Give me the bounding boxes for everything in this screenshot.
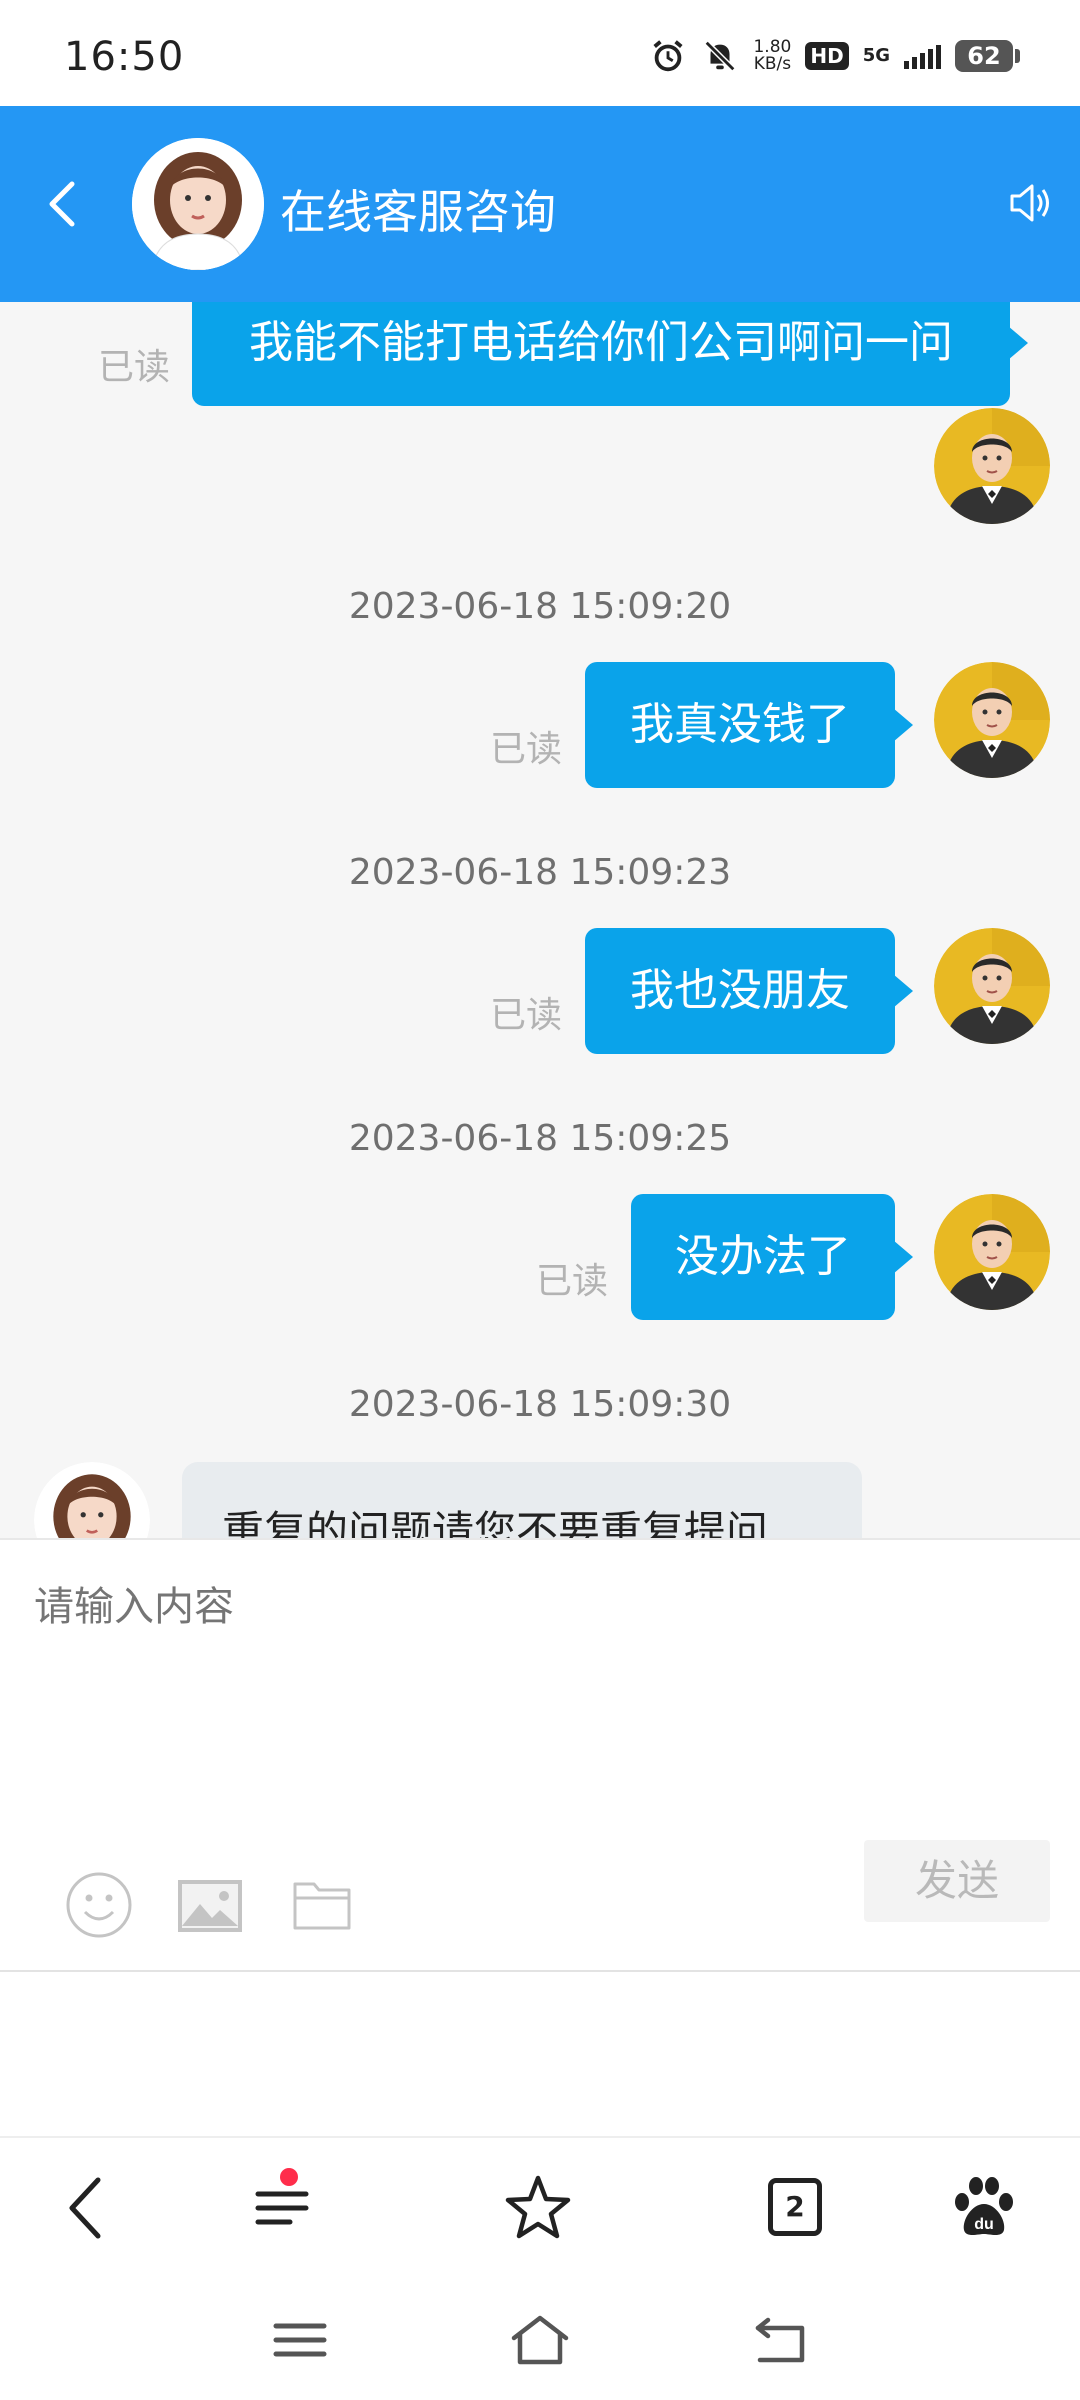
- chat-header: 在线客服咨询: [0, 106, 1080, 302]
- back-arrow-icon[interactable]: [40, 176, 88, 232]
- user-avatar[interactable]: [934, 1194, 1050, 1310]
- user-avatar[interactable]: [934, 662, 1050, 778]
- notification-dot: [280, 2168, 298, 2186]
- network-type: 5G: [862, 45, 890, 66]
- battery-icon: 62: [955, 40, 1020, 72]
- signal-icon: [904, 43, 941, 69]
- mute-bell-icon: [705, 40, 736, 72]
- alarm-icon: [653, 40, 684, 72]
- read-status: 已读: [490, 995, 563, 1036]
- agent-avatar[interactable]: [132, 138, 264, 270]
- network-speed: 1.80 KB/s: [753, 39, 791, 73]
- message-timestamp: 2023-06-18 15:09:30: [348, 1384, 732, 1425]
- outgoing-message[interactable]: 我真没钱了: [585, 662, 913, 788]
- network-speed-unit: KB/s: [753, 54, 792, 74]
- star-icon[interactable]: [502, 2172, 574, 2244]
- outgoing-message[interactable]: 没办法了: [631, 1194, 913, 1320]
- outgoing-message[interactable]: 我也没朋友: [585, 928, 913, 1054]
- battery-level: 62: [955, 40, 1013, 72]
- chat-area[interactable]: 已读 我能不能打电话给你们公司啊问一问 2023-06-18 15:09:20 …: [0, 302, 1080, 1538]
- browser-toolbar: 2 du: [0, 2136, 1080, 2274]
- tabs-button[interactable]: 2: [768, 2178, 822, 2236]
- emoji-icon[interactable]: [64, 1870, 134, 1940]
- message-timestamp: 2023-06-18 15:09:23: [348, 852, 732, 893]
- send-button[interactable]: 发送: [864, 1840, 1050, 1922]
- status-time: 16:50: [64, 34, 185, 80]
- message-input[interactable]: 请输入内容: [34, 1574, 234, 1632]
- user-portrait-icon: [934, 928, 1050, 1044]
- speaker-icon[interactable]: [1006, 178, 1056, 228]
- user-portrait-icon: [934, 1194, 1050, 1310]
- message-composer: 请输入内容 发送: [0, 1538, 1080, 1972]
- read-status: 已读: [490, 729, 563, 770]
- read-status: 已读: [98, 347, 171, 388]
- system-navigation: [0, 2274, 1080, 2400]
- image-icon[interactable]: [176, 1878, 244, 1934]
- read-status: 已读: [536, 1261, 609, 1302]
- agent-portrait-icon: [34, 1462, 150, 1538]
- folder-icon[interactable]: [292, 1878, 352, 1932]
- baidu-paw-icon[interactable]: du: [948, 2172, 1020, 2244]
- system-back-icon[interactable]: [750, 2312, 814, 2368]
- status-bar: 16:50 1.80 KB/s HD 5G 62: [0, 0, 1080, 106]
- message-timestamp: 2023-06-18 15:09:20: [348, 586, 732, 627]
- user-avatar[interactable]: [934, 928, 1050, 1044]
- agent-message-avatar[interactable]: [34, 1462, 150, 1538]
- browser-back-icon[interactable]: [54, 2172, 126, 2244]
- chat-title: 在线客服咨询: [280, 185, 556, 239]
- status-icons: 1.80 KB/s HD 5G 62: [649, 36, 1020, 76]
- system-menu-icon[interactable]: [268, 2312, 332, 2368]
- user-avatar[interactable]: [934, 408, 1050, 524]
- message-timestamp: 2023-06-18 15:09:25: [348, 1118, 732, 1159]
- agent-portrait-icon: [132, 138, 264, 270]
- svg-text:du: du: [974, 2216, 994, 2233]
- system-home-icon[interactable]: [508, 2312, 572, 2368]
- hd-badge: HD: [805, 42, 849, 70]
- outgoing-message[interactable]: 我能不能打电话给你们公司啊问一问: [192, 302, 1028, 406]
- incoming-message[interactable]: 重复的问题请您不要重复提问: [182, 1462, 862, 1538]
- user-portrait-icon: [934, 662, 1050, 778]
- user-portrait-icon: [934, 408, 1050, 524]
